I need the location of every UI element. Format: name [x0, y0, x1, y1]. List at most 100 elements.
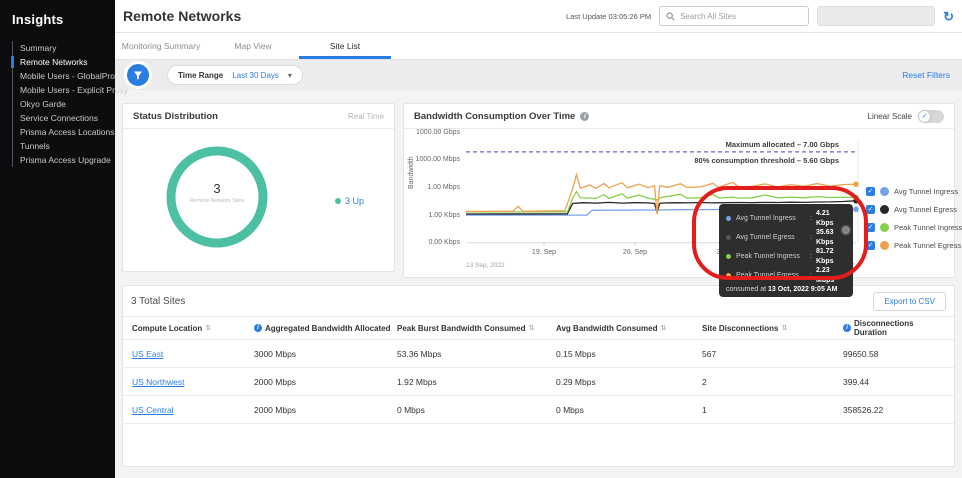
sidebar-item-remote-networks[interactable]: Remote Networks: [11, 55, 115, 69]
status-up-label: 3 Up: [345, 196, 365, 206]
top-header: Remote Networks Last Update 03:05:26 PM …: [115, 0, 962, 33]
refresh-icon[interactable]: ↻: [943, 10, 954, 23]
legend-checkbox[interactable]: ✓: [866, 223, 875, 232]
status-up-dot: [335, 198, 341, 204]
export-csv-button[interactable]: Export to CSV: [873, 291, 946, 311]
info-icon[interactable]: i: [580, 111, 590, 121]
legend-color-dot: [880, 187, 889, 196]
sidebar-item-prisma-access-upgrade[interactable]: Prisma Access Upgrade: [13, 153, 115, 167]
sidebar-item-mobile-users-explicit-proxy[interactable]: Mobile Users - Explicit Proxy: [13, 83, 128, 97]
tooltip-series-label: Avg Tunnel Egress: [736, 233, 795, 241]
tooltip-series-label: Avg Tunnel Ingress: [736, 214, 796, 222]
sidebar-item-prisma-access-locations[interactable]: Prisma Access Locations: [13, 125, 115, 139]
column-header-peak-burst-bandwidth-consumed[interactable]: Peak Burst Bandwidth Consumed ⇅: [397, 324, 556, 333]
linear-scale-toggle[interactable]: ✓: [918, 109, 944, 123]
time-range-selector[interactable]: Time Range Last 30 Days ▾: [167, 65, 303, 85]
info-icon[interactable]: i: [843, 324, 851, 332]
legend-checkbox[interactable]: ✓: [866, 187, 875, 196]
table-cell: 53.36 Mbps: [397, 348, 442, 359]
sidebar-item-okyo-garde[interactable]: Okyo Garde: [13, 97, 115, 111]
table-cell: 1.92 Mbps: [397, 376, 437, 387]
column-header-site-disconnections[interactable]: Site Disconnections ⇅: [702, 324, 843, 333]
sidebar-item-summary[interactable]: Summary: [13, 41, 115, 55]
table-row: US Central 2000 Mbps 0 Mbps 0 Mbps 1 358526.2…: [123, 396, 954, 424]
tooltip-series-label: Peak Tunnel Egress: [736, 271, 799, 279]
status-legend-item[interactable]: 3 Up: [335, 196, 364, 206]
site-link[interactable]: US Central: [132, 405, 254, 415]
legend-label: Peak Tunnel Egress: [894, 241, 962, 250]
y-tick-label: 1000.00 Mbps: [415, 156, 460, 164]
legend-item-peak-tunnel-ingress[interactable]: ✓ Peak Tunnel Ingress: [866, 223, 962, 232]
bandwidth-panel-title: Bandwidth Consumption Over Time: [414, 110, 576, 122]
info-icon[interactable]: i: [254, 324, 262, 332]
tab-map-view[interactable]: Map View: [207, 33, 299, 59]
column-header-label: Peak Burst Bandwidth Consumed: [397, 323, 526, 333]
time-range-label: Time Range: [178, 70, 224, 80]
sort-icon[interactable]: ⇅: [528, 324, 534, 332]
column-header-label: Avg Bandwidth Consumed: [556, 323, 658, 333]
reset-filters-link[interactable]: Reset Filters: [902, 70, 950, 80]
sidebar-item-mobile-users-globalprotect[interactable]: Mobile Users - GlobalProtect: [13, 69, 129, 83]
series-endpoint-dot: [853, 181, 859, 187]
site-link[interactable]: US East: [132, 349, 254, 359]
x-range-start-label: 13 Sep, 2022: [466, 261, 505, 269]
table-cell: 99650.58: [843, 348, 879, 359]
x-tick-label: 26. Sep: [622, 248, 648, 256]
column-header-compute-location[interactable]: Compute Location ⇅: [132, 324, 254, 333]
table-row: US East 3000 Mbps 53.36 Mbps 0.15 Mbps 567 99…: [123, 340, 954, 368]
tooltip-row: Avg Tunnel Egress:35.63 Kbps: [726, 228, 846, 247]
table-cell: 1: [702, 404, 707, 415]
sort-icon[interactable]: ⇅: [660, 324, 666, 332]
tooltip-series-dot: [726, 273, 731, 278]
tooltip-series-value: 2.23 Mbps: [816, 267, 835, 284]
tooltip-rows: Avg Tunnel Ingress:4.21 Kbps Avg Tunnel E…: [726, 209, 846, 285]
tooltip-row: Peak Tunnel Egress:2.23 Mbps: [726, 266, 846, 285]
legend-color-dot: [880, 241, 889, 250]
legend-checkbox[interactable]: ✓: [866, 205, 875, 214]
bandwidth-chart: Bandwidth 1000.00 Gbps 1000.00 Mbps 1.00 M…: [404, 129, 962, 297]
mouse-cursor-gear-icon: ⚙: [841, 225, 851, 237]
tooltip-series-dot: [726, 216, 731, 221]
sidebar-item-tunnels[interactable]: Tunnels: [13, 139, 115, 153]
column-header-avg-bandwidth-consumed[interactable]: Avg Bandwidth Consumed ⇅: [556, 324, 702, 333]
site-search[interactable]: [659, 6, 810, 26]
table-cell: 0.15 Mbps: [556, 348, 596, 359]
column-header-label: Aggregated Bandwidth Allocated: [265, 323, 391, 333]
table-cell: 0 Mbps: [556, 404, 584, 415]
filter-button[interactable]: [127, 64, 149, 86]
tooltip-series-dot: [726, 254, 731, 259]
series-endpoint-dot: [853, 194, 859, 201]
tooltip-footer: consumed at 13 Oct, 2022 9:05 AM: [726, 286, 838, 293]
legend-checkbox[interactable]: ✓: [866, 241, 875, 250]
legend-label: Avg Tunnel Egress: [894, 205, 957, 214]
last-update-label: Last Update 03:05:26 PM: [566, 11, 652, 21]
search-input[interactable]: [680, 11, 803, 21]
column-header-disconnections-duration[interactable]: i Disconnections Duration: [843, 319, 954, 337]
chart-tooltip: Avg Tunnel Ingress:4.21 Kbps Avg Tunnel E…: [719, 204, 853, 297]
sort-icon[interactable]: ⇅: [781, 324, 787, 332]
column-header-aggregated-bandwidth-allocated[interactable]: i Aggregated Bandwidth Allocated: [254, 324, 397, 333]
table-cell: 358526.22: [843, 404, 884, 415]
table-row: US Northwest 2000 Mbps 1.92 Mbps 0.29 Mbps 2…: [123, 368, 954, 396]
page-title: Remote Networks: [123, 8, 242, 24]
tenant-selector-redacted[interactable]: [817, 6, 936, 26]
legend-color-dot: [880, 205, 889, 214]
linear-scale-control: Linear Scale ✓: [868, 109, 944, 123]
site-link[interactable]: US Northwest: [132, 377, 254, 387]
app-window: Insights Summary Remote Networks Mobile Us…: [0, 0, 962, 478]
table-cell: 0.29 Mbps: [556, 376, 596, 387]
site-count: 3: [213, 181, 221, 196]
real-time-label: Real Time: [347, 111, 384, 121]
filter-bar: Time Range Last 30 Days ▾ Reset Filters: [115, 60, 962, 90]
legend-item-peak-tunnel-egress[interactable]: ✓ Peak Tunnel Egress: [866, 241, 962, 250]
sidebar-item-service-connections[interactable]: Service Connections: [13, 111, 115, 125]
legend-item-avg-tunnel-ingress[interactable]: ✓ Avg Tunnel Ingress: [866, 187, 962, 196]
table-cell: 2000 Mbps: [254, 404, 297, 415]
tab-site-list[interactable]: Site List: [299, 33, 391, 59]
legend-item-avg-tunnel-egress[interactable]: ✓ Avg Tunnel Egress: [866, 205, 962, 214]
bandwidth-panel-header: Bandwidth Consumption Over Time i Linear…: [404, 104, 954, 129]
y-tick-label: 1.00 Mbps: [427, 183, 460, 191]
tab-monitoring-summary[interactable]: Monitoring Summary: [115, 33, 207, 59]
sort-icon[interactable]: ⇅: [205, 324, 211, 332]
y-tick-label: 0.00 Kbps: [428, 239, 460, 247]
